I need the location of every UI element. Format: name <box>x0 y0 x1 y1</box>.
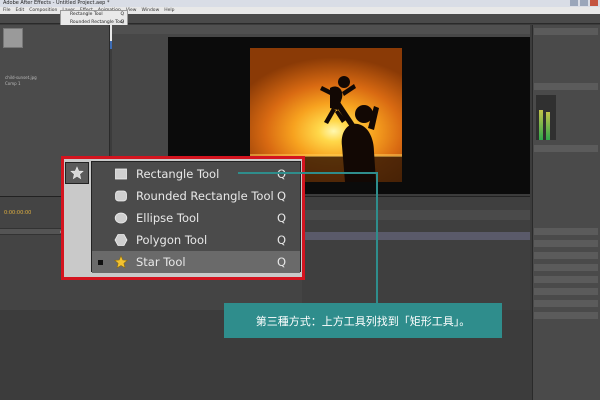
star-icon <box>70 166 84 180</box>
shortcut-key: Q <box>276 211 286 225</box>
shortcut-key: Q <box>276 167 286 181</box>
shortcut-key: Q <box>276 189 286 203</box>
effects-presets-header[interactable] <box>534 145 598 152</box>
list-item[interactable]: Comp 1 <box>2 81 107 87</box>
audio-meter <box>536 95 556 140</box>
rounded-rectangle-icon <box>114 189 128 203</box>
menu-item-label: Rounded Rectangle Tool <box>136 189 274 203</box>
panel-header[interactable] <box>534 264 598 271</box>
menu-item-rounded-rectangle-tool[interactable]: Rounded Rectangle Tool Q <box>92 185 300 207</box>
annotation-callout: 第三種方式：上方工具列找到「矩形工具」。 <box>224 303 502 338</box>
menu-item-label: Rectangle Tool <box>136 167 220 181</box>
menu-item-rectangle-tool[interactable]: Rectangle Tool Q <box>92 163 300 185</box>
shortcut-key: Q <box>276 233 286 247</box>
menu-composition[interactable]: Composition <box>29 7 57 14</box>
selected-indicator <box>98 259 103 265</box>
panel-header[interactable] <box>534 300 598 307</box>
menu-window[interactable]: Window <box>142 7 160 14</box>
minimize-button[interactable] <box>570 0 578 6</box>
ellipse-icon <box>114 211 128 225</box>
right-panels <box>532 25 600 400</box>
project-thumbnail <box>3 28 23 48</box>
menu-item-label: Ellipse Tool <box>136 211 200 225</box>
menu-item-polygon-tool[interactable]: Polygon Tool Q <box>92 229 300 251</box>
project-item-list: child-sunset.jpg Comp 1 <box>2 75 107 87</box>
panel-header[interactable] <box>534 240 598 247</box>
menu-edit[interactable]: Edit <box>16 7 25 14</box>
audio-panel-header[interactable] <box>534 83 598 90</box>
window-title-bar: Adobe After Effects - Untitled Project.a… <box>0 0 600 7</box>
menu-help[interactable]: Help <box>164 7 174 14</box>
menu-file[interactable]: File <box>3 7 11 14</box>
info-panel-header[interactable] <box>534 28 598 35</box>
panel-header[interactable] <box>534 312 598 319</box>
panel-header[interactable] <box>534 228 598 235</box>
close-button[interactable] <box>590 0 598 6</box>
star-icon <box>114 255 128 269</box>
shortcut-key: Q <box>276 255 286 269</box>
rectangle-icon <box>114 167 128 181</box>
menu-item-label: Star Tool <box>136 255 186 269</box>
composition-tabs[interactable] <box>112 25 530 34</box>
layer-track-bar[interactable] <box>302 232 530 240</box>
toolbar-menu-item[interactable]: Rectangle Tool Q <box>61 11 127 19</box>
menu-item-label: Polygon Tool <box>136 233 208 247</box>
star-tool-button[interactable] <box>65 162 89 184</box>
shape-tool-menu: Rectangle Tool Q Rounded Rectangle Tool … <box>91 161 301 273</box>
panel-header[interactable] <box>534 276 598 283</box>
menu-item-ellipse-tool[interactable]: Ellipse Tool Q <box>92 207 300 229</box>
menu-item-star-tool[interactable]: Star Tool Q <box>92 251 300 273</box>
panel-header[interactable] <box>534 288 598 295</box>
polygon-icon <box>114 233 128 247</box>
annotation-text: 第三種方式：上方工具列找到「矩形工具」。 <box>255 314 471 328</box>
window-controls <box>570 0 598 7</box>
maximize-button[interactable] <box>580 0 588 6</box>
window-title: Adobe After Effects - Untitled Project.a… <box>3 0 110 6</box>
panel-header[interactable] <box>534 252 598 259</box>
timecode-display[interactable]: 0:00:00:00 <box>4 210 31 216</box>
time-ruler[interactable] <box>302 210 530 220</box>
